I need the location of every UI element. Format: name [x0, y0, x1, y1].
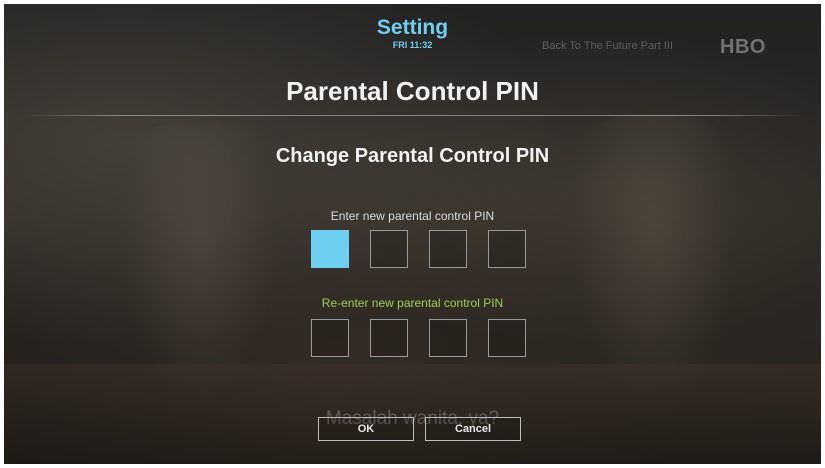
page-title: Parental Control PIN [286, 76, 539, 106]
new-pin-digit-2[interactable] [370, 230, 408, 268]
reenter-pin-label: Re-enter new parental control PIN [321, 296, 504, 310]
cancel-button[interactable]: Cancel [425, 417, 521, 441]
reenter-pin-digit-4[interactable] [488, 319, 526, 357]
section-title: Change Parental Control PIN [275, 145, 550, 167]
new-pin-digit-1[interactable] [311, 230, 349, 268]
header-time: FRI 11:32 [392, 40, 433, 50]
reenter-pin-input[interactable] [311, 319, 531, 357]
new-pin-input[interactable] [311, 230, 531, 268]
reenter-pin-digit-3[interactable] [429, 319, 467, 357]
program-title: Back To The Future Part III [542, 40, 674, 52]
new-pin-digit-3[interactable] [429, 230, 467, 268]
tv-screen: Setting FRI 11:32 Back To The Future Par… [4, 4, 821, 464]
header: Setting FRI 11:32 [4, 16, 821, 51]
header-title: Setting [376, 16, 449, 39]
title-divider [24, 115, 801, 116]
new-pin-digit-4[interactable] [488, 230, 526, 268]
channel-logo: HBO [720, 36, 766, 58]
new-pin-label: Enter new parental control PIN [330, 209, 495, 223]
reenter-pin-digit-1[interactable] [311, 319, 349, 357]
reenter-pin-digit-2[interactable] [370, 319, 408, 357]
ok-button[interactable]: OK [318, 417, 414, 441]
